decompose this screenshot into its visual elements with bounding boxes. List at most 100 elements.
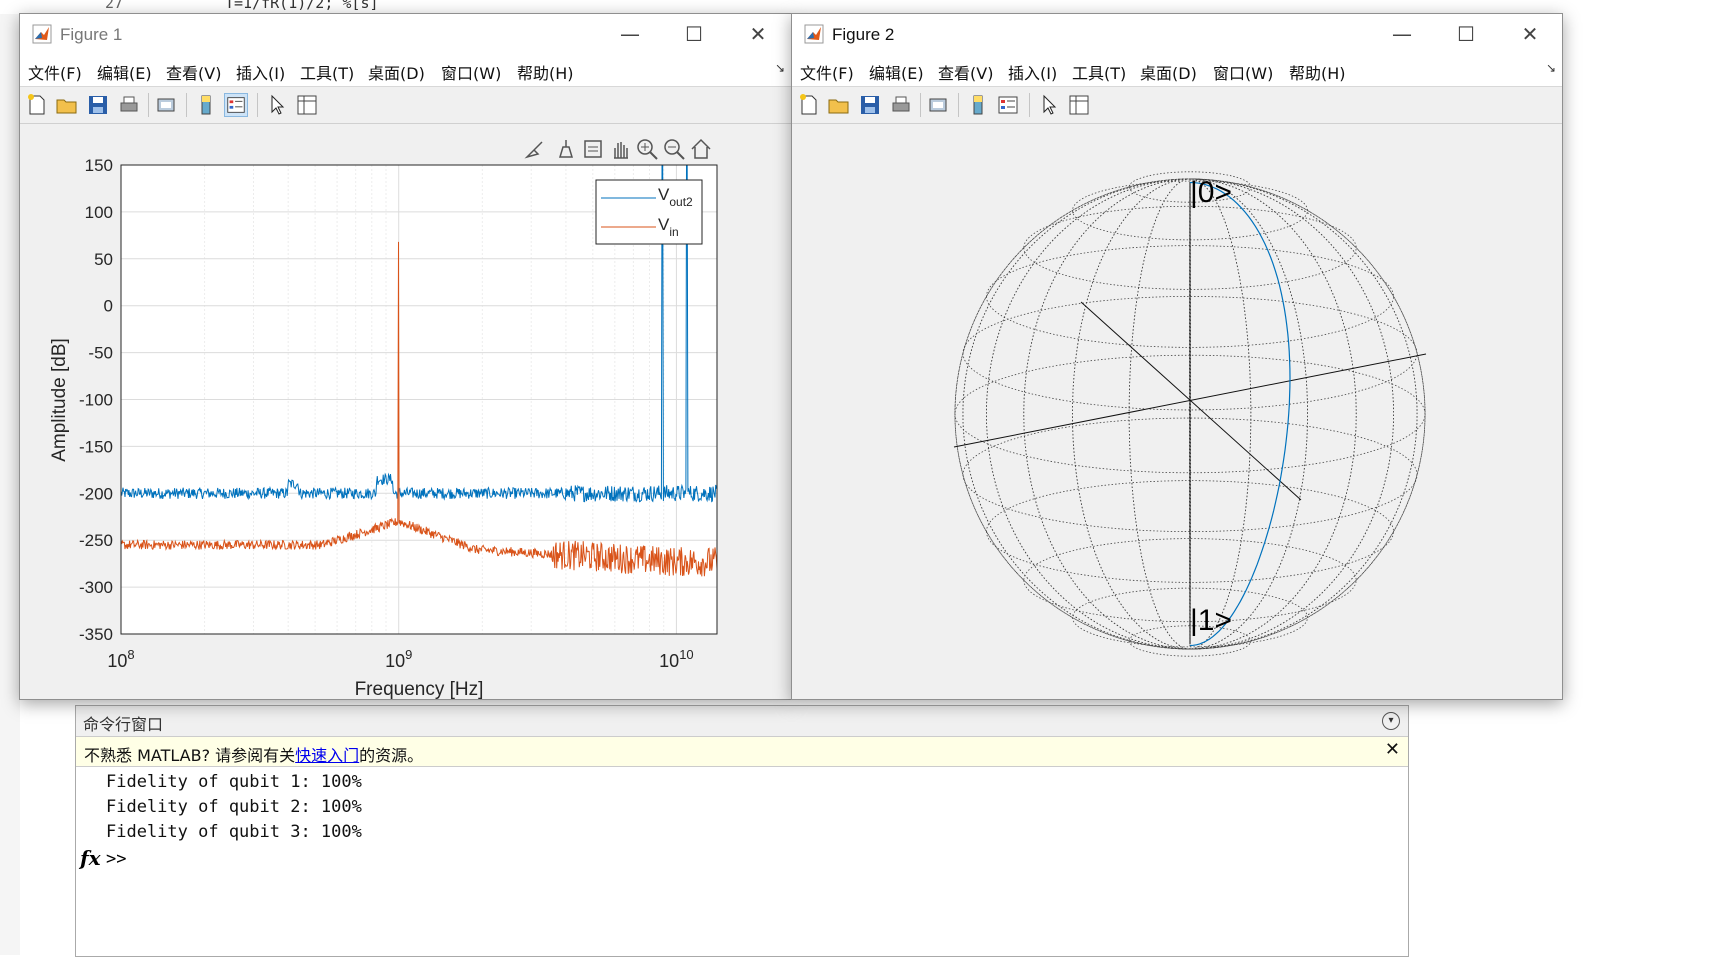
legend-vout2-sub: out2 — [669, 195, 693, 209]
menu-help[interactable]: 帮助(H) — [517, 60, 574, 84]
menu-view[interactable]: 查看(V) — [166, 60, 221, 84]
legend[interactable]: Vout2 Vin — [595, 179, 703, 245]
menu-tools[interactable]: 工具(T) — [1072, 60, 1126, 84]
toolbar-separator — [148, 93, 149, 117]
menu-window[interactable]: 窗口(W) — [1213, 60, 1273, 84]
y-tick-label: 150 — [85, 156, 113, 175]
colorbar-icon[interactable] — [966, 93, 990, 117]
toolbar-separator — [1029, 93, 1030, 117]
y-axis-label: Amplitude [dB] — [49, 338, 70, 462]
menu-edit[interactable]: 编辑(E) — [869, 60, 924, 84]
legend-vin-main: V — [658, 215, 670, 234]
x-axis-label: Frequency [Hz] — [355, 679, 484, 699]
y-tick-label: -300 — [79, 578, 113, 597]
matlab-icon — [804, 24, 824, 44]
toolbar-separator — [958, 93, 959, 117]
x-tick-label: 1010 — [659, 647, 694, 671]
print-icon[interactable] — [889, 93, 913, 117]
link-plot-icon[interactable] — [155, 93, 179, 117]
output-line-3: Fidelity of qubit 3: 100% — [106, 822, 362, 842]
legend-box — [595, 179, 703, 245]
menu-window[interactable]: 窗口(W) — [441, 60, 501, 84]
info-text: 不熟悉 MATLAB? 请参阅有关快速入门的资源。 — [84, 742, 423, 766]
y-tick-label: -50 — [88, 344, 113, 363]
menu-insert[interactable]: 插入(I) — [1008, 60, 1057, 84]
figure2-titlebar[interactable]: Figure 2 — ☐ ✕ — [792, 14, 1562, 54]
x-tick-label: 108 — [107, 647, 134, 671]
figure2-menubar: 文件(F) 编辑(E) 查看(V) 插入(I) 工具(T) 桌面(D) 窗口(W… — [792, 54, 1562, 87]
figure1-title: Figure 1 — [60, 25, 123, 44]
open-file-icon[interactable] — [827, 93, 851, 117]
y-tick-label: -100 — [79, 391, 113, 410]
legend-icon[interactable] — [224, 93, 248, 117]
open-file-icon[interactable] — [55, 93, 79, 117]
y-tick-label: -250 — [79, 531, 113, 550]
info-suffix: 的资源。 — [359, 746, 424, 765]
figure2-toolbar — [792, 87, 1562, 124]
collapse-icon[interactable]: ▾ — [1382, 712, 1400, 730]
colorbar-icon[interactable] — [194, 93, 218, 117]
figure2-window: Figure 2 — ☐ ✕ 文件(F) 编辑(E) 查看(V) 插入(I) 工… — [791, 13, 1563, 700]
figure1-titlebar[interactable]: Figure 1 — ☐ ✕ — [20, 14, 791, 54]
y-tick-labels: 150 100 50 0 -50 -100 -150 -200 -250 -300 -350 — [79, 156, 113, 644]
close-button[interactable]: ✕ — [740, 20, 776, 48]
pointer-icon[interactable] — [265, 93, 289, 117]
minimize-button[interactable]: — — [612, 20, 648, 48]
dock-arrow-icon[interactable]: ↘ — [1546, 61, 1556, 75]
save-icon[interactable] — [858, 93, 882, 117]
command-window-title: 命令行窗口 — [83, 715, 164, 734]
command-window-header: 命令行窗口 ▾ — [76, 706, 1408, 737]
line-number: 27 — [105, 0, 124, 12]
x-tick-label: 109 — [385, 647, 412, 671]
getting-started-link[interactable]: 快速入门 — [295, 746, 359, 765]
maximize-button[interactable]: ☐ — [1448, 20, 1484, 48]
legend-vout2-main: V — [658, 185, 670, 204]
x-tick-labels: 108 109 1010 — [107, 647, 693, 671]
figure1-menubar: 文件(F) 编辑(E) 查看(V) 插入(I) 工具(T) 桌面(D) 窗口(W… — [20, 54, 791, 87]
menu-insert[interactable]: 插入(I) — [236, 60, 285, 84]
ket-one-label: |1> — [1190, 604, 1232, 637]
matlab-icon — [32, 24, 52, 44]
menu-edit[interactable]: 编辑(E) — [97, 60, 152, 84]
figure1-toolbar — [20, 87, 791, 124]
bloch-sphere[interactable]: |0> |1> — [792, 124, 1562, 699]
print-icon[interactable] — [117, 93, 141, 117]
command-window: 命令行窗口 ▾ 不熟悉 MATLAB? 请参阅有关快速入门的资源。 ✕ Fide… — [75, 705, 1409, 957]
menu-help[interactable]: 帮助(H) — [1289, 60, 1346, 84]
menu-view[interactable]: 查看(V) — [938, 60, 993, 84]
menu-file[interactable]: 文件(F) — [800, 60, 854, 84]
y-tick-label: 100 — [85, 203, 113, 222]
save-icon[interactable] — [86, 93, 110, 117]
output-line-2: Fidelity of qubit 2: 100% — [106, 797, 362, 817]
figure2-title: Figure 2 — [832, 25, 895, 44]
y-tick-label: 50 — [94, 250, 113, 269]
figure1-window: Figure 1 — ☐ ✕ 文件(F) 编辑(E) 查看(V) 插入(I) 工… — [19, 13, 792, 700]
close-button[interactable]: ✕ — [1512, 20, 1548, 48]
y-tick-label: 0 — [104, 297, 113, 316]
toolbar-separator — [186, 93, 187, 117]
menu-tools[interactable]: 工具(T) — [300, 60, 354, 84]
pointer-icon[interactable] — [1037, 93, 1061, 117]
editor-gutter — [0, 14, 20, 955]
info-bar: 不熟悉 MATLAB? 请参阅有关快速入门的资源。 ✕ — [76, 737, 1408, 767]
fx-icon[interactable]: fx — [80, 846, 101, 870]
close-icon[interactable]: ✕ — [1385, 739, 1400, 760]
ket-zero-label: |0> — [1190, 176, 1232, 209]
property-inspector-icon[interactable] — [1067, 93, 1091, 117]
legend-icon[interactable] — [996, 93, 1020, 117]
menu-desktop[interactable]: 桌面(D) — [1140, 60, 1197, 84]
workspace-panel — [1560, 14, 1711, 955]
info-prefix: 不熟悉 MATLAB? 请参阅有关 — [84, 746, 296, 765]
minimize-button[interactable]: — — [1384, 20, 1420, 48]
new-figure-icon[interactable] — [797, 93, 821, 117]
new-figure-icon[interactable] — [25, 93, 49, 117]
menu-file[interactable]: 文件(F) — [28, 60, 82, 84]
y-tick-label: -350 — [79, 625, 113, 644]
maximize-button[interactable]: ☐ — [676, 20, 712, 48]
dock-arrow-icon[interactable]: ↘ — [775, 61, 785, 75]
spectrum-chart[interactable]: 150 100 50 0 -50 -100 -150 -200 -250 -300 -350 108… — [20, 124, 790, 699]
command-prompt[interactable]: >> — [106, 849, 126, 869]
property-inspector-icon[interactable] — [295, 93, 319, 117]
menu-desktop[interactable]: 桌面(D) — [368, 60, 425, 84]
link-plot-icon[interactable] — [927, 93, 951, 117]
